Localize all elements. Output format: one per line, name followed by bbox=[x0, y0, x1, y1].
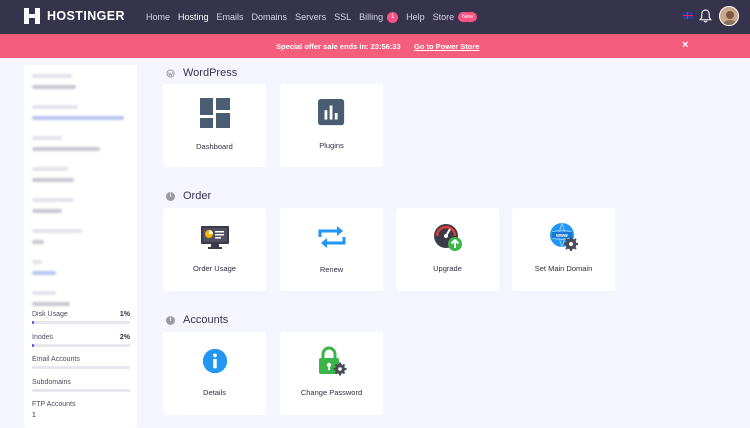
blurred-label bbox=[32, 136, 62, 140]
user-avatar[interactable] bbox=[719, 6, 739, 26]
blurred-value bbox=[32, 240, 44, 244]
nav-hosting[interactable]: Hosting bbox=[178, 12, 209, 22]
set-main-domain-card[interactable]: www Set Main Domain bbox=[512, 208, 615, 291]
blurred-label bbox=[32, 229, 82, 233]
dashboard-card[interactable]: Dashboard bbox=[163, 84, 266, 167]
card-label: Renew bbox=[319, 265, 344, 274]
nav-help[interactable]: Help bbox=[406, 12, 425, 22]
uk-flag-icon[interactable] bbox=[683, 12, 693, 19]
order-usage-icon bbox=[200, 226, 229, 249]
brand-name: HOSTINGER bbox=[47, 9, 125, 23]
promo-text: Special offer sale ends in: 23:56:33 bbox=[276, 42, 401, 51]
usage-percent: 2% bbox=[119, 334, 130, 341]
promo-store-link[interactable]: Go to Power Store bbox=[414, 42, 479, 51]
promo-banner: Special offer sale ends in: 23:56:33 Go … bbox=[0, 34, 750, 58]
section-title: Order bbox=[183, 190, 212, 202]
nav-domains[interactable]: Domains bbox=[252, 12, 288, 22]
disk-usage-meter: Disk Usage 1% bbox=[32, 311, 130, 324]
usage-label: Inodes bbox=[32, 334, 54, 341]
usage-bar bbox=[32, 344, 130, 347]
usage-fill bbox=[32, 344, 34, 347]
order-usage-card[interactable]: Order Usage bbox=[163, 208, 266, 291]
section-title: Accounts bbox=[183, 314, 229, 326]
usage-label: Subdomains bbox=[32, 379, 71, 386]
info-icon: i bbox=[166, 191, 175, 201]
details-card[interactable]: Details bbox=[163, 332, 266, 415]
nav-ssl[interactable]: SSL bbox=[334, 12, 351, 22]
wordpress-icon bbox=[166, 68, 175, 78]
blurred-label bbox=[32, 74, 72, 78]
renew-icon bbox=[318, 226, 345, 248]
usage-bar bbox=[32, 321, 130, 324]
nav-store[interactable]: Store New bbox=[433, 12, 478, 22]
card-label: Upgrade bbox=[433, 264, 462, 273]
email-accounts-meter: Email Accounts bbox=[32, 356, 130, 369]
close-icon[interactable]: × bbox=[682, 39, 688, 51]
blurred-link bbox=[32, 271, 56, 275]
wordpress-section-header: WordPress bbox=[166, 67, 237, 79]
nav-emails[interactable]: Emails bbox=[217, 12, 244, 22]
plugins-card[interactable]: Plugins bbox=[280, 84, 383, 167]
sidebar: Disk Usage 1% Inodes 2% Email Accounts Sub… bbox=[24, 65, 137, 428]
ftp-accounts-value: 1 bbox=[32, 412, 36, 419]
card-label: Change Password bbox=[300, 388, 363, 397]
subdomains-meter: Subdomains bbox=[32, 379, 130, 392]
upgrade-card[interactable]: Upgrade bbox=[396, 208, 499, 291]
bell-icon[interactable] bbox=[699, 9, 712, 23]
card-label: Dashboard bbox=[196, 142, 233, 151]
change-password-card[interactable]: Change Password bbox=[280, 332, 383, 415]
plugins-icon bbox=[317, 99, 344, 126]
billing-count-badge: 1 bbox=[387, 11, 399, 23]
blurred-value bbox=[32, 302, 70, 306]
blurred-label bbox=[32, 167, 68, 171]
accounts-section-header: i Accounts bbox=[166, 314, 228, 326]
nav-home[interactable]: Home bbox=[146, 12, 170, 22]
blurred-value bbox=[32, 178, 74, 182]
blurred-link bbox=[32, 116, 124, 120]
usage-percent: 1% bbox=[119, 311, 130, 318]
card-label: Plugins bbox=[319, 141, 344, 150]
blurred-value bbox=[32, 147, 100, 151]
usage-fill bbox=[32, 321, 34, 324]
hostinger-logo-icon bbox=[24, 8, 40, 24]
upgrade-icon bbox=[433, 224, 462, 251]
info-circle-icon bbox=[202, 348, 227, 374]
card-label: Order Usage bbox=[193, 264, 236, 273]
svg-text:www: www bbox=[555, 233, 568, 239]
dashboard-icon bbox=[199, 98, 230, 128]
blurred-value bbox=[32, 85, 76, 89]
hostinger-logo[interactable]: HOSTINGER bbox=[24, 8, 125, 24]
usage-bar bbox=[32, 389, 130, 392]
blurred-value bbox=[32, 209, 62, 213]
nav-links: Home Hosting Emails Domains Servers SSL … bbox=[146, 0, 485, 34]
usage-label: Email Accounts bbox=[32, 356, 80, 363]
info-icon: i bbox=[166, 315, 175, 325]
lock-gear-icon bbox=[318, 346, 346, 376]
store-new-badge: New bbox=[458, 12, 478, 22]
order-section-header: i Order bbox=[166, 190, 211, 202]
nav-billing[interactable]: Billing 1 bbox=[359, 11, 399, 23]
usage-bar bbox=[32, 366, 130, 369]
blurred-label bbox=[32, 198, 74, 202]
card-label: Set Main Domain bbox=[534, 264, 593, 273]
top-nav: HOSTINGER Home Hosting Emails Domains Se… bbox=[0, 0, 750, 34]
blurred-label bbox=[32, 260, 42, 264]
renew-card[interactable]: Renew bbox=[280, 208, 383, 291]
blurred-label bbox=[32, 291, 56, 295]
www-gear-icon: www bbox=[549, 222, 578, 251]
card-label: Details bbox=[203, 388, 226, 397]
ftp-accounts: FTP Accounts bbox=[32, 401, 130, 408]
inodes-meter: Inodes 2% bbox=[32, 334, 130, 347]
usage-label: Disk Usage bbox=[32, 311, 68, 318]
usage-label: FTP Accounts bbox=[32, 401, 76, 408]
nav-servers[interactable]: Servers bbox=[295, 12, 326, 22]
section-title: WordPress bbox=[183, 67, 238, 79]
blurred-label bbox=[32, 105, 78, 109]
